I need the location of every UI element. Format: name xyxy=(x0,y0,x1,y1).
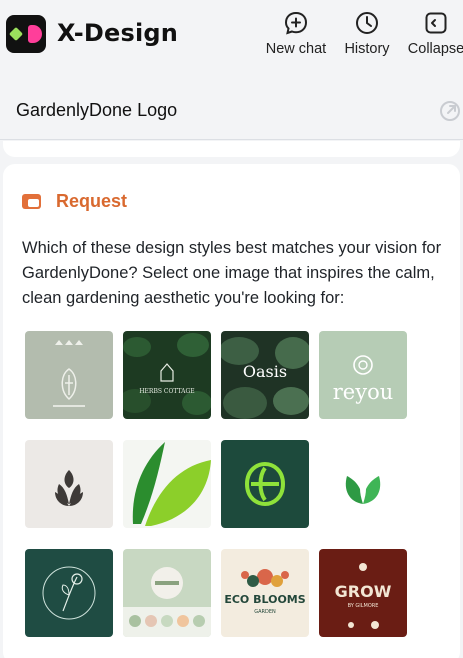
style-image-grid: HERBS COTTAGE Oasis reyou ECO BLOOMS GAR… xyxy=(25,331,407,637)
collapse-label: Collapse xyxy=(407,41,463,57)
share-icon[interactable] xyxy=(439,100,461,122)
conversation-title: GardenlyDone Logo xyxy=(16,100,178,120)
previous-message-card xyxy=(3,141,460,157)
oasis-image: Oasis xyxy=(221,331,309,419)
request-header: Request xyxy=(22,190,127,212)
history-button[interactable]: History xyxy=(341,10,393,57)
floral-circle-image xyxy=(25,549,113,637)
conversation-title-bar: GardenlyDone Logo xyxy=(0,90,463,136)
green-leaves-image xyxy=(123,440,211,528)
eco-blooms-sub: GARDEN xyxy=(254,609,276,615)
style-option-4[interactable]: reyou xyxy=(319,331,407,419)
request-icon xyxy=(22,192,44,210)
brand-name: X-Design xyxy=(57,19,179,47)
history-label: History xyxy=(344,41,390,57)
app-logo xyxy=(6,15,46,53)
style-option-12[interactable]: GROW BY GILMORE xyxy=(319,549,407,637)
request-title: Request xyxy=(56,190,128,211)
collapse-icon xyxy=(425,12,447,34)
grow-sub: BY GILMORE xyxy=(348,603,379,609)
grow-image: GROW BY GILMORE xyxy=(319,549,407,637)
grow-text: GROW xyxy=(335,582,392,601)
reyou-image: reyou xyxy=(319,331,407,419)
herbs-cottage-image: HERBS COTTAGE xyxy=(123,331,211,419)
abstract-emblem-image xyxy=(221,440,309,528)
style-option-8[interactable] xyxy=(319,440,407,528)
new-chat-button[interactable]: New chat xyxy=(262,10,330,57)
style-option-3[interactable]: Oasis xyxy=(221,331,309,419)
style-option-10[interactable] xyxy=(123,549,211,637)
logo-set-image xyxy=(123,549,211,637)
reyou-text: reyou xyxy=(333,380,394,404)
style-option-11[interactable]: ECO BLOOMS GARDEN xyxy=(221,549,309,637)
clock-icon xyxy=(356,12,378,34)
style-option-6[interactable] xyxy=(123,440,211,528)
leaf-monogram-image xyxy=(25,331,113,419)
eco-blooms-image: ECO BLOOMS GARDEN xyxy=(221,549,309,637)
herbs-cottage-text: HERBS COTTAGE xyxy=(139,388,194,395)
style-option-2[interactable]: HERBS COTTAGE xyxy=(123,331,211,419)
sprout-image xyxy=(319,440,407,528)
style-option-7[interactable] xyxy=(221,440,309,528)
style-option-5[interactable] xyxy=(25,440,113,528)
collapse-button[interactable]: Collapse xyxy=(405,10,463,57)
style-option-9[interactable] xyxy=(25,549,113,637)
oasis-text: Oasis xyxy=(243,362,287,381)
new-chat-label: New chat xyxy=(265,41,327,57)
divider xyxy=(0,139,463,140)
request-text: Which of these design styles best matche… xyxy=(22,239,442,307)
eco-blooms-text: ECO BLOOMS xyxy=(224,593,305,606)
app-header: X-Design New chat History Collapse xyxy=(0,0,463,88)
new-chat-icon xyxy=(284,11,308,35)
leaf-bud-image xyxy=(25,440,113,528)
style-option-1[interactable] xyxy=(25,331,113,419)
